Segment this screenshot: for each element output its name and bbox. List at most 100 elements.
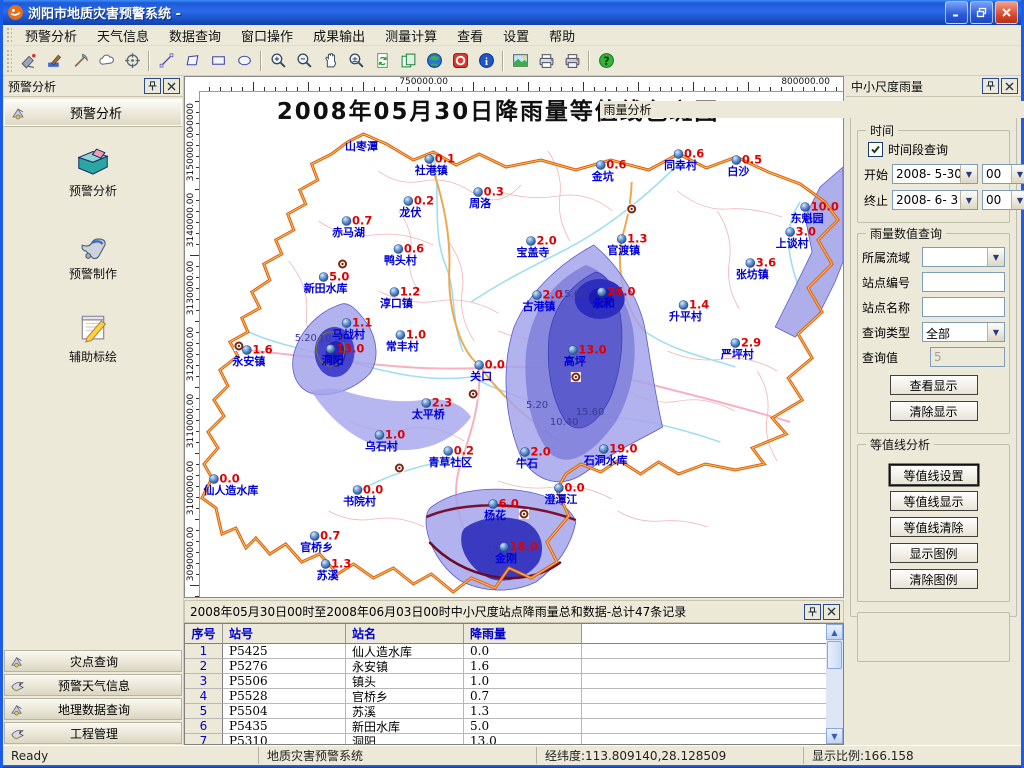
close-icon[interactable] <box>1001 78 1018 94</box>
table-row[interactable]: 7P5310洞阳13.0 <box>185 734 826 744</box>
town-marker <box>627 204 637 214</box>
sidebar-section-预警天气信息[interactable]: 预警天气信息 <box>4 674 182 696</box>
查询类型-select[interactable]: 全部▼ <box>922 322 1005 342</box>
menubar-grip[interactable] <box>6 27 12 43</box>
sidebar-section-工程管理[interactable]: 工程管理 <box>4 722 182 744</box>
town-marker <box>338 259 348 269</box>
time-range-checkbox-label: 时间段查询 <box>888 141 948 158</box>
pan-hand-icon[interactable] <box>317 48 343 73</box>
station-name-label: 官渡镇 <box>607 243 640 257</box>
table-row[interactable]: 1P5425仙人造水库0.0 <box>185 644 826 659</box>
table-row[interactable]: 5P5504苏溪1.3 <box>185 704 826 719</box>
column-header-站名[interactable]: 站名 <box>346 624 464 644</box>
start-hour-select[interactable]: 00▼ <box>982 164 1024 184</box>
ruler-label: 3100000.00 <box>186 461 196 515</box>
sidebar-section-灾点查询[interactable]: 灾点查询 <box>4 650 182 672</box>
globe-icon[interactable] <box>421 48 447 73</box>
station-name-label: 山枣潭 <box>345 139 378 153</box>
analysis-tool-icon[interactable] <box>41 48 67 73</box>
column-header-降雨量[interactable]: 降雨量 <box>464 624 582 644</box>
satellite-dish-icon[interactable] <box>15 48 41 73</box>
column-header-序号[interactable]: 序号 <box>185 624 223 644</box>
draw-line-icon[interactable] <box>153 48 179 73</box>
image-export-icon[interactable] <box>507 48 533 73</box>
table-header-row: 序号站号站名降雨量 <box>185 624 826 644</box>
等值线清除-button[interactable]: 等值线清除 <box>890 517 978 537</box>
station-name-label: 永安镇 <box>231 354 265 368</box>
refresh-view-icon[interactable] <box>369 48 395 73</box>
cloud-icon[interactable] <box>93 48 119 73</box>
menu-item-设置[interactable]: 设置 <box>493 24 539 47</box>
menu-item-帮助[interactable]: 帮助 <box>539 24 585 47</box>
restore-button[interactable] <box>970 1 993 24</box>
column-header-站号[interactable]: 站号 <box>223 624 346 644</box>
end-hour-select[interactable]: 00▼ <box>982 190 1024 210</box>
draw-ellipse-icon[interactable] <box>231 48 257 73</box>
scroll-up-icon[interactable]: ▲ <box>826 624 843 640</box>
svg-text:i: i <box>485 57 488 68</box>
empty-group <box>857 612 1010 662</box>
right-panel: 中小尺度雨量 雨量分析 时间 时间段查询 开始 2008- <box>844 76 1021 745</box>
print-icon[interactable] <box>533 48 559 73</box>
tool-item-预警制作[interactable]: 预警制作 <box>3 225 183 282</box>
pin-icon[interactable] <box>982 78 999 94</box>
close-icon[interactable] <box>163 78 180 94</box>
start-date-select[interactable]: 2008- 5-30▼ <box>892 164 978 184</box>
section-label: 工程管理 <box>29 725 159 742</box>
menu-item-成果输出[interactable]: 成果输出 <box>303 24 375 47</box>
close-icon[interactable] <box>823 604 840 620</box>
menu-item-数据查询[interactable]: 数据查询 <box>159 24 231 47</box>
table-scrollbar[interactable]: ▲ ▼ <box>826 624 843 744</box>
draw-polygon-icon[interactable] <box>179 48 205 73</box>
sidebar-section-地理数据查询[interactable]: 地理数据查询 <box>4 698 182 720</box>
站点名称-input[interactable] <box>922 297 1005 317</box>
table-row[interactable]: 3P5506镇头1.0 <box>185 674 826 689</box>
table-row[interactable]: 4P5528官桥乡0.7 <box>185 689 826 704</box>
table-cell: P5310 <box>223 734 346 744</box>
scroll-down-icon[interactable]: ▼ <box>826 728 843 744</box>
end-date-select[interactable]: 2008- 6- 3▼ <box>892 190 978 210</box>
等值线设置-button[interactable]: 等值线设置 <box>890 465 978 485</box>
zoom-out-icon[interactable] <box>291 48 317 73</box>
help-icon[interactable]: ? <box>593 48 619 73</box>
copy-view-icon[interactable] <box>395 48 421 73</box>
warning-analysis-header[interactable]: 预警分析 <box>4 99 182 126</box>
menu-item-天气信息[interactable]: 天气信息 <box>87 24 159 47</box>
contour-value-label: 5.20 <box>295 333 317 344</box>
pin-icon[interactable] <box>144 78 161 94</box>
toolbar-grip[interactable] <box>6 49 12 72</box>
menu-item-测量计算[interactable]: 测量计算 <box>375 24 447 47</box>
menu-item-窗口操作[interactable]: 窗口操作 <box>231 24 303 47</box>
info-icon[interactable]: i <box>473 48 499 73</box>
map-canvas[interactable]: 15.605.2010.405.2015.6010.4015.6 山枣潭0.1社… <box>199 91 843 597</box>
close-button[interactable] <box>995 1 1018 24</box>
显示图例-button[interactable]: 显示图例 <box>890 543 978 563</box>
zoom-window-icon[interactable]: ± <box>343 48 369 73</box>
pin-icon[interactable] <box>804 604 821 620</box>
field-row-站点名称: 站点名称 <box>862 297 1005 317</box>
station-marker: 5.0新田水库 <box>304 269 350 295</box>
minimize-button[interactable] <box>945 1 968 24</box>
print-preview-icon[interactable] <box>559 48 585 73</box>
pickaxe-icon[interactable] <box>67 48 93 73</box>
清除图例-button[interactable]: 清除图例 <box>890 569 978 589</box>
zoom-in-icon[interactable] <box>265 48 291 73</box>
清除显示-button[interactable]: 清除显示 <box>890 401 978 421</box>
站点编号-input[interactable] <box>922 272 1005 292</box>
menu-item-查看[interactable]: 查看 <box>447 24 493 47</box>
table-row[interactable]: 6P5435新田水库5.0 <box>185 719 826 734</box>
time-range-checkbox[interactable] <box>868 142 883 157</box>
draw-rectangle-icon[interactable] <box>205 48 231 73</box>
ruler-corner <box>185 77 200 92</box>
所属流域-select[interactable]: ▼ <box>922 247 1005 267</box>
target-icon[interactable] <box>119 48 145 73</box>
scroll-thumb[interactable] <box>827 641 842 669</box>
查看显示-button[interactable]: 查看显示 <box>890 375 978 395</box>
table-row[interactable]: 2P5276永安镇1.6 <box>185 659 826 674</box>
等值线显示-button[interactable]: 等值线显示 <box>890 491 978 511</box>
isoline-analysis-group: 等值线分析 等值线设置等值线显示等值线清除显示图例清除图例 <box>857 444 1010 602</box>
tool-item-辅助标绘[interactable]: 辅助标绘 <box>3 308 183 365</box>
stop-icon[interactable] <box>447 48 473 73</box>
tool-item-预警分析[interactable]: 预警分析 <box>3 142 183 199</box>
menu-item-预警分析[interactable]: 预警分析 <box>15 24 87 47</box>
